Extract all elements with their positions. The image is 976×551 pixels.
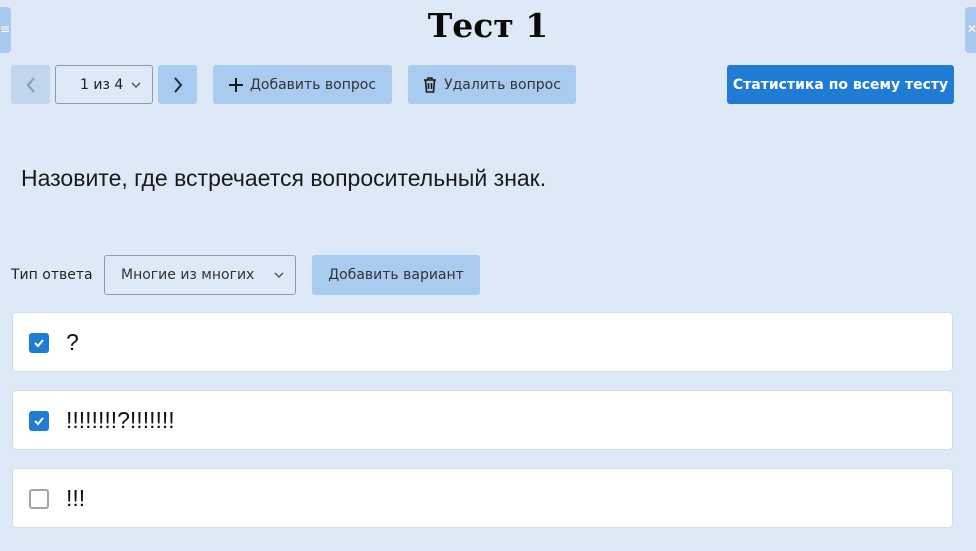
option-checkbox[interactable] bbox=[29, 333, 49, 353]
chevron-down-icon bbox=[131, 82, 141, 89]
next-question-button[interactable] bbox=[158, 65, 197, 104]
option-text[interactable]: !!! bbox=[66, 484, 85, 512]
plus-icon bbox=[228, 77, 243, 92]
option-text[interactable]: !!!!!!!!?!!!!!!! bbox=[66, 406, 175, 434]
answer-type-label: Тип ответа bbox=[11, 267, 93, 283]
answer-type-select[interactable]: Многие из многих bbox=[104, 255, 296, 295]
check-icon bbox=[34, 417, 44, 426]
trash-icon bbox=[424, 76, 437, 93]
chevron-right-icon bbox=[173, 76, 182, 93]
add-variant-button[interactable]: Добавить вариант bbox=[312, 255, 480, 295]
test-statistics-button[interactable]: Статистика по всему тесту bbox=[727, 65, 954, 104]
test-statistics-label: Статистика по всему тесту bbox=[732, 76, 949, 93]
answer-type-value: Многие из многих bbox=[121, 267, 255, 283]
answer-option-2[interactable]: !!!!!!!!?!!!!!!! bbox=[12, 390, 953, 450]
check-icon bbox=[34, 339, 44, 348]
add-question-label: Добавить вопрос bbox=[249, 76, 377, 93]
prev-question-button[interactable] bbox=[11, 65, 50, 104]
pager-value: 1 из 4 bbox=[80, 76, 124, 93]
chevron-down-icon bbox=[274, 272, 284, 279]
add-variant-label: Добавить вариант bbox=[328, 267, 464, 283]
add-question-button[interactable]: Добавить вопрос bbox=[213, 65, 392, 104]
answer-option-3[interactable]: !!! bbox=[12, 468, 953, 528]
delete-question-label: Удалить вопрос bbox=[444, 76, 561, 93]
question-pager-select[interactable]: 1 из 4 bbox=[55, 65, 153, 104]
option-text[interactable]: ? bbox=[66, 328, 79, 356]
option-checkbox[interactable] bbox=[29, 489, 49, 509]
answer-option-1[interactable]: ? bbox=[12, 312, 953, 372]
question-text[interactable]: Назовите, где встречается вопросительный… bbox=[21, 165, 546, 192]
delete-question-button[interactable]: Удалить вопрос bbox=[408, 65, 576, 104]
chevron-left-icon bbox=[26, 76, 35, 93]
page-title: Тест 1 bbox=[427, 6, 549, 45]
option-checkbox[interactable] bbox=[29, 411, 49, 431]
